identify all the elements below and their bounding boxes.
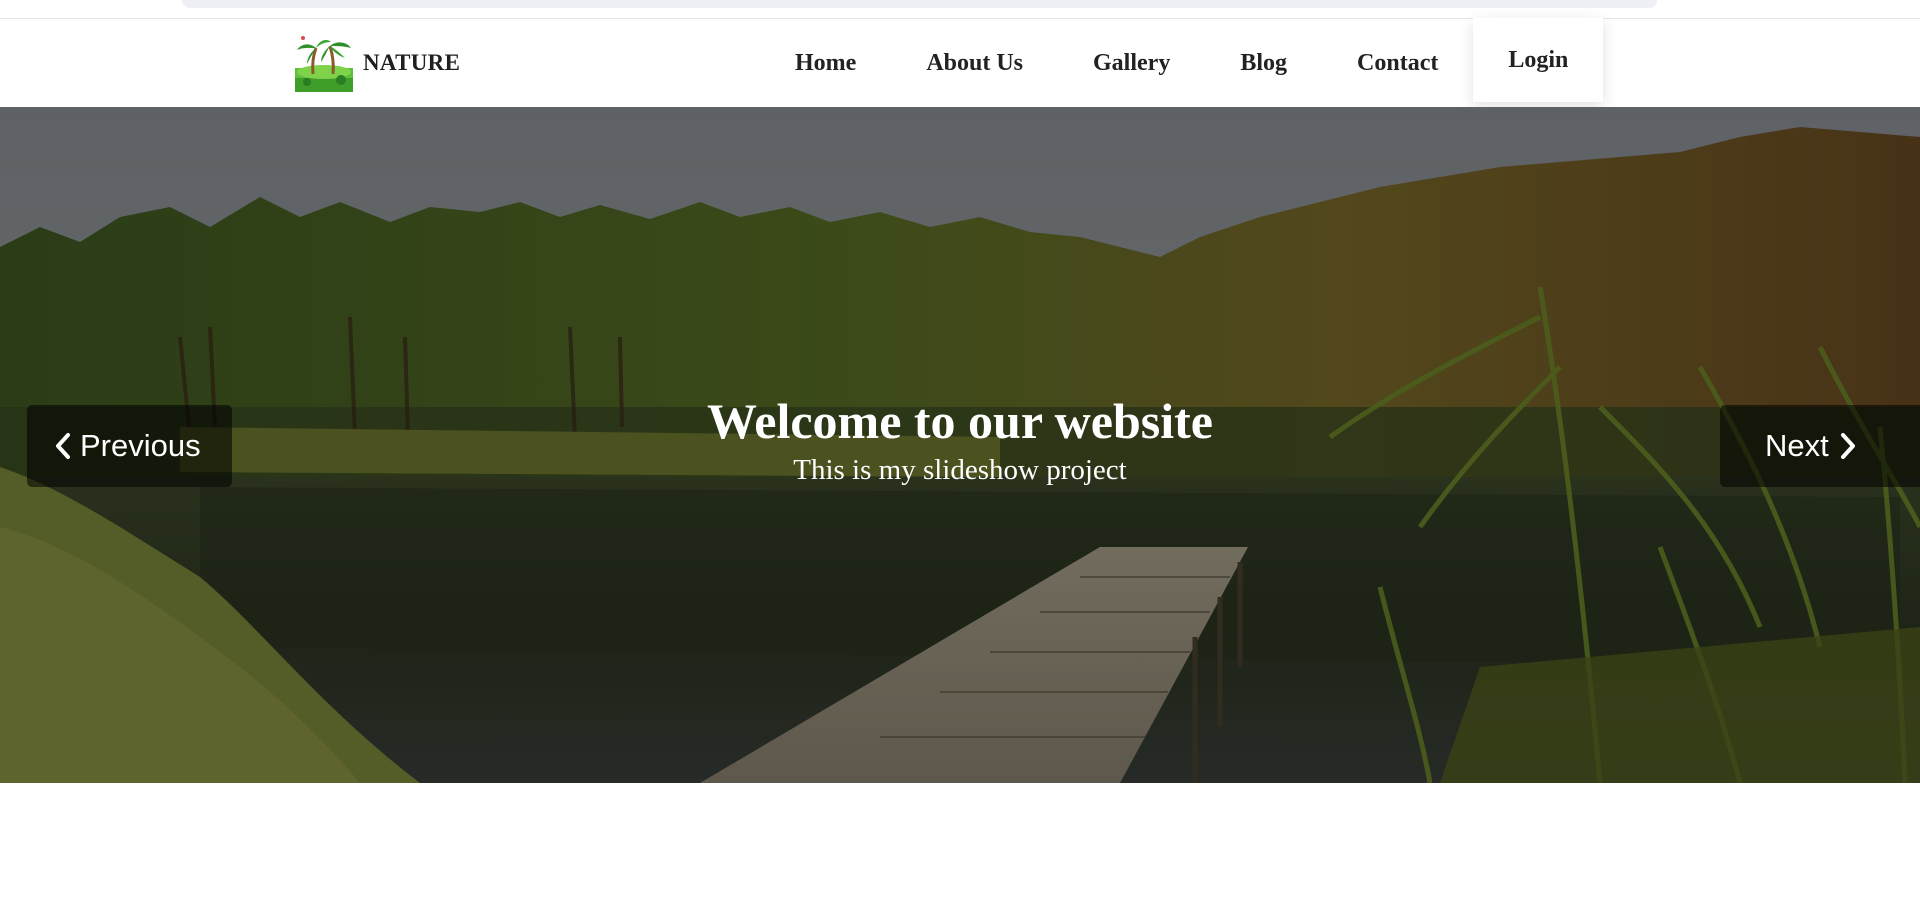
slide-title: Welcome to our website (707, 393, 1213, 449)
nav-blog[interactable]: Blog (1205, 19, 1322, 107)
nav-gallery[interactable]: Gallery (1058, 19, 1205, 107)
main-menu: Home About Us Gallery Blog Contact Login (760, 18, 1604, 107)
nav-login[interactable]: Login (1473, 18, 1604, 102)
brand[interactable]: NATURE (295, 34, 460, 92)
slide-caption: Welcome to our website This is my slides… (0, 392, 1920, 488)
brand-name: NATURE (363, 50, 461, 75)
chevron-right-icon (1840, 433, 1855, 459)
palm-island-logo (295, 36, 353, 92)
chevron-left-icon (56, 433, 70, 459)
navbar: NATURE Home About Us Gallery Blog Contac… (0, 18, 1920, 107)
slide-subtitle: This is my slideshow project (793, 454, 1127, 486)
nav-about-us[interactable]: About Us (891, 19, 1058, 107)
previous-slide-button[interactable]: Previous (27, 405, 232, 487)
browser-top-strip (0, 0, 1920, 19)
previous-label: Previous (80, 428, 201, 463)
nav-contact[interactable]: Contact (1322, 19, 1473, 107)
nav-home[interactable]: Home (760, 19, 891, 107)
next-label: Next (1765, 428, 1829, 463)
next-slide-button[interactable]: Next (1720, 405, 1920, 487)
address-bar-edge (182, 0, 1657, 8)
hero-slideshow: Welcome to our website This is my slides… (0, 107, 1920, 783)
